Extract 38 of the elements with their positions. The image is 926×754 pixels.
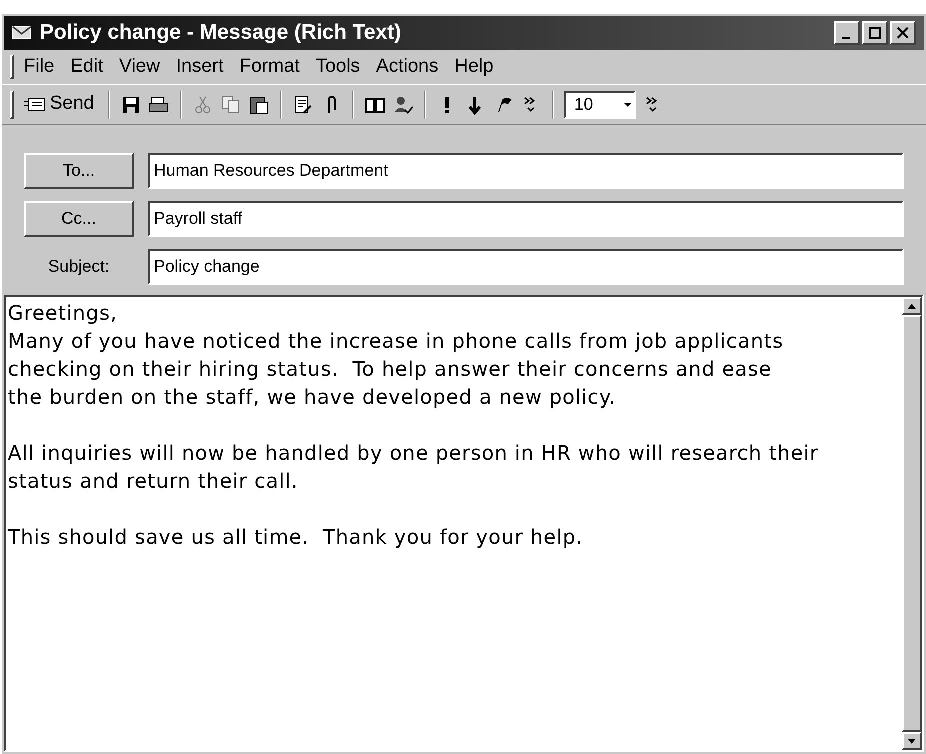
body-text-line: checking on their hiring status. To help answer their concerns and ease bbox=[8, 356, 773, 383]
body-text-line: All inquiries will now be handled by one person in HR who will research their bbox=[8, 440, 820, 467]
address-field[interactable]: Human Resources Department bbox=[148, 153, 904, 189]
send-icon bbox=[24, 96, 46, 112]
menu-item[interactable]: Tools bbox=[310, 52, 366, 82]
minimize-icon bbox=[842, 37, 850, 39]
body-text-line: This should save us all time. Thank you for your help. bbox=[8, 524, 584, 551]
menu-item[interactable]: Format bbox=[234, 52, 306, 82]
address-button[interactable]: To... bbox=[24, 153, 134, 189]
body-text-line: status and return their call. bbox=[8, 468, 300, 495]
maximize-button[interactable] bbox=[862, 21, 888, 45]
body-text-line: Many of you have noticed the increase in phone calls from job applicants bbox=[8, 328, 785, 355]
menu-item[interactable]: File bbox=[18, 52, 61, 82]
subject-label: Subject: bbox=[47, 256, 111, 278]
menu-item[interactable]: Edit bbox=[64, 52, 110, 82]
send-button[interactable]: Send bbox=[20, 90, 98, 119]
maximize-icon bbox=[869, 27, 881, 39]
down-arrow-icon[interactable] bbox=[908, 738, 916, 744]
body-text-line: Greetings, bbox=[8, 300, 118, 327]
message-body[interactable] bbox=[4, 295, 924, 752]
address-field[interactable]: Policy change bbox=[148, 249, 904, 285]
minimize-button[interactable] bbox=[834, 21, 860, 45]
scrollbar[interactable] bbox=[902, 297, 922, 750]
menu-item[interactable]: View bbox=[113, 52, 166, 82]
envelope-icon bbox=[12, 26, 32, 40]
address-field[interactable]: Payroll staff bbox=[148, 201, 904, 237]
close-icon bbox=[897, 27, 909, 39]
menu-item[interactable]: Insert bbox=[170, 52, 230, 82]
copy-icon[interactable] bbox=[220, 94, 242, 116]
dropdown-arrow-icon bbox=[622, 100, 634, 108]
up-arrow-icon[interactable] bbox=[908, 304, 916, 308]
font-size-dropdown[interactable]: 10 bbox=[564, 90, 636, 118]
close-button[interactable] bbox=[890, 21, 916, 45]
menu-item[interactable]: Actions bbox=[370, 52, 445, 82]
window-title: Policy change - Message (Rich Text) bbox=[40, 20, 402, 46]
body-text-line: the burden on the staff, we have developed a new policy. bbox=[8, 384, 617, 411]
address-button[interactable]: Cc... bbox=[24, 201, 134, 237]
menu-item[interactable]: Help bbox=[448, 52, 500, 82]
